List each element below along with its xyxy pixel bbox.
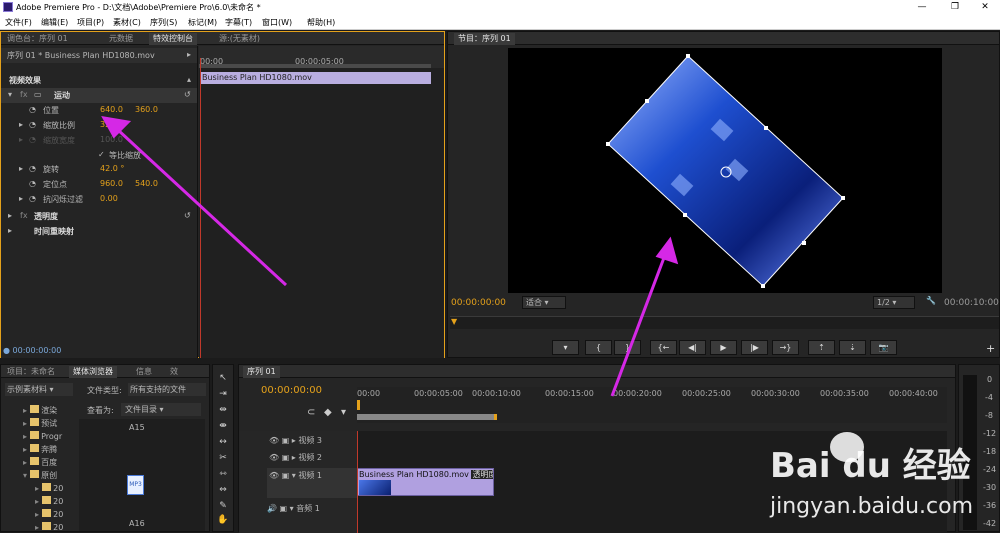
paw-icon [830, 432, 864, 462]
baidu-url: jingyan.baidu.com [770, 494, 974, 519]
annotation-arrow-scale [116, 128, 288, 287]
annotation-arrow-preview [610, 254, 667, 397]
annotation-arrowhead [655, 236, 679, 265]
baidu-watermark: Bai du 经验 [770, 446, 971, 486]
annotation-arrowhead [101, 116, 132, 139]
